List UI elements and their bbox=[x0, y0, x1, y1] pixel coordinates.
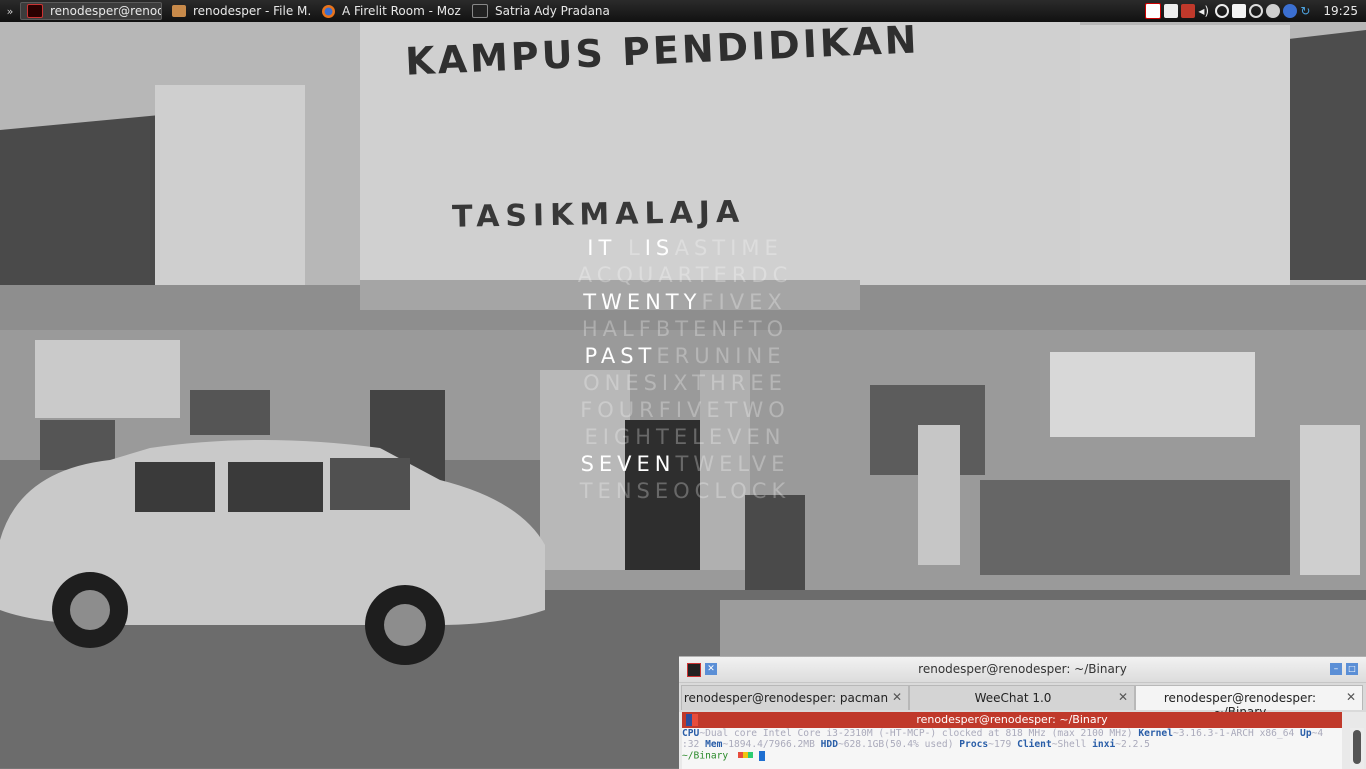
tmux-title: renodesper@renodesper: ~/Binary bbox=[916, 713, 1108, 726]
task-button-firefox[interactable]: A Firelit Room - Moz… bbox=[316, 2, 462, 20]
task-button-terminal-2[interactable]: Satria Ady Pradana bbox=[466, 2, 612, 20]
word-clock-lit-word: TWENTY bbox=[583, 290, 702, 314]
word-clock-dim-letters bbox=[616, 236, 628, 260]
minimize-icon[interactable]: – bbox=[1330, 663, 1342, 675]
close-tab-icon[interactable]: ✕ bbox=[1118, 690, 1128, 704]
close-tab-icon[interactable]: ✕ bbox=[1346, 690, 1356, 704]
prompt-color-blocks bbox=[738, 750, 753, 761]
tab-label: renodesper@renodesper: pacman bbox=[683, 691, 889, 705]
panel-clock[interactable]: 19:25 bbox=[1323, 4, 1358, 18]
terminal-output[interactable]: CPU~Dual core Intel Core i3-2310M (-HT-M… bbox=[682, 728, 1342, 769]
task-button-terminal[interactable]: renodesper@renod… bbox=[20, 2, 162, 20]
word-clock-lit-word: IT bbox=[587, 236, 617, 260]
word-clock-dim-letters: ACQUARTERDC bbox=[577, 263, 793, 287]
word-clock-dim-letters: ASTIME bbox=[674, 236, 783, 260]
text-cursor bbox=[758, 750, 765, 761]
procs-value: ~179 bbox=[988, 739, 1012, 750]
task-label: Satria Ady Pradana bbox=[495, 4, 610, 18]
uptime-key: Up bbox=[1300, 728, 1312, 739]
word-clock-row: EIGHTELEVEN bbox=[540, 425, 830, 449]
document-icon[interactable] bbox=[1232, 4, 1247, 18]
prompt-line: ~/Binary bbox=[682, 750, 1342, 762]
word-clock-row: FOURFIVETWO bbox=[540, 398, 830, 422]
terminal-scrollbar[interactable] bbox=[1350, 728, 1364, 769]
pidgin-icon[interactable] bbox=[1164, 4, 1179, 18]
mem-key: Mem bbox=[705, 739, 723, 750]
system-tray: ◂) ↻ 19:25 bbox=[1145, 0, 1366, 22]
info-icon[interactable] bbox=[1249, 4, 1264, 18]
word-clock-dim-letters: EIGHTELEVEN bbox=[584, 425, 786, 449]
word-clock-row: IT LISASTIME bbox=[540, 236, 830, 260]
word-clock-row: PASTERUNINE bbox=[540, 344, 830, 368]
mem-value: ~1894.4/7966.2MB bbox=[722, 739, 815, 750]
volume-icon[interactable]: ◂) bbox=[1198, 4, 1212, 18]
word-clock-row: ONESIXTHREE bbox=[540, 371, 830, 395]
sync-icon[interactable]: ↻ bbox=[1300, 4, 1314, 18]
inxi-value: ~2.2.5 bbox=[1115, 739, 1150, 750]
browser-icon[interactable] bbox=[1283, 4, 1298, 18]
panel-menu-arrow-icon[interactable]: » bbox=[0, 5, 20, 18]
kernel-value: ~3.16.3-1-ARCH x86_64 bbox=[1172, 728, 1295, 739]
battery-icon[interactable] bbox=[1181, 4, 1196, 18]
folder-icon bbox=[172, 5, 186, 17]
hdd-value: ~628.1GB(50.4% used) bbox=[837, 739, 954, 750]
word-clock-dim-letters: L bbox=[627, 236, 645, 260]
uptime-continued: :32 bbox=[682, 739, 700, 750]
scrollbar-thumb[interactable] bbox=[1353, 730, 1361, 764]
word-clock-row: TENSEOCLOCK bbox=[540, 479, 830, 503]
procs-key: Procs bbox=[959, 739, 989, 750]
power-icon[interactable] bbox=[1215, 4, 1230, 18]
kernel-key: Kernel bbox=[1138, 728, 1173, 739]
hdd-key: HDD bbox=[820, 739, 838, 750]
word-clock-row: HALFBTENFTO bbox=[540, 317, 830, 341]
word-clock-row: ACQUARTERDC bbox=[540, 263, 830, 287]
task-label: renodesper@renod… bbox=[50, 4, 161, 18]
word-clock-lit-word: PAST bbox=[584, 344, 657, 368]
task-label: A Firelit Room - Moz… bbox=[342, 4, 462, 18]
word-clock-dim-letters: FIVEX bbox=[701, 290, 787, 314]
inxi-line-2: :32 Mem~1894.4/7966.2MB HDD~628.1GB(50.4… bbox=[682, 739, 1342, 750]
close-tab-icon[interactable]: ✕ bbox=[892, 690, 902, 704]
cpu-key: CPU bbox=[682, 728, 700, 739]
word-clock-dim-letters: ONESIXTHREE bbox=[583, 371, 787, 395]
tab-label: WeeChat 1.0 bbox=[974, 691, 1052, 705]
terminal-tab-bar: renodesper@renodesper: pacman ✕ WeeChat … bbox=[679, 682, 1366, 719]
word-clock-lit-word: IS bbox=[644, 236, 675, 260]
terminal-icon bbox=[27, 4, 43, 18]
tab-weechat[interactable]: WeeChat 1.0 ✕ bbox=[909, 685, 1135, 710]
task-button-file-manager[interactable]: renodesper - File M… bbox=[166, 2, 312, 20]
terminal-window: ✕ renodesper@renodesper: ~/Binary – □ re… bbox=[679, 656, 1366, 769]
cpu-value: ~Dual core Intel Core i3-2310M (-HT-MCP-… bbox=[699, 728, 1133, 739]
word-clock-dim-letters: HALFBTENFTO bbox=[581, 317, 789, 341]
network-icon[interactable] bbox=[1266, 4, 1281, 18]
word-clock-dim-letters: ERUNINE bbox=[656, 344, 786, 368]
inxi-key: inxi bbox=[1092, 739, 1116, 750]
word-clock-row: TWENTYFIVEX bbox=[540, 290, 830, 314]
word-clock-dim-letters: FOURFIVETWO bbox=[580, 398, 790, 422]
maximize-icon[interactable]: □ bbox=[1346, 663, 1358, 675]
inxi-line-1: CPU~Dual core Intel Core i3-2310M (-HT-M… bbox=[682, 728, 1342, 739]
shell-prompt: ~/Binary bbox=[682, 750, 729, 762]
sign-city: TASIKMALAJA bbox=[451, 194, 746, 235]
word-clock-dim-letters: TWELVE bbox=[675, 452, 790, 476]
uptime-value: ~4 bbox=[1311, 728, 1324, 739]
client-key: Client bbox=[1017, 739, 1052, 750]
tab-pacman[interactable]: renodesper@renodesper: pacman ✕ bbox=[681, 685, 909, 710]
word-clock-row: SEVENTWELVE bbox=[540, 452, 830, 476]
tab-binary[interactable]: renodesper@renodesper: ~/Binary ✕ bbox=[1135, 685, 1363, 719]
tmux-status-bar: renodesper@renodesper: ~/Binary bbox=[682, 712, 1342, 728]
window-title: renodesper@renodesper: ~/Binary bbox=[918, 662, 1127, 676]
task-label: renodesper - File M… bbox=[193, 4, 312, 18]
client-value: ~Shell bbox=[1051, 739, 1087, 750]
top-panel: » renodesper@renod… renodesper - File M…… bbox=[0, 0, 1366, 22]
word-clock-lit-word: SEVEN bbox=[580, 452, 676, 476]
firefox-icon bbox=[322, 4, 335, 18]
terminal-titlebar[interactable]: ✕ renodesper@renodesper: ~/Binary – □ bbox=[679, 657, 1366, 682]
calendar-icon[interactable] bbox=[1145, 3, 1162, 19]
terminal-icon bbox=[472, 4, 488, 18]
word-clock-dim-letters: TENSEOCLOCK bbox=[579, 479, 791, 503]
